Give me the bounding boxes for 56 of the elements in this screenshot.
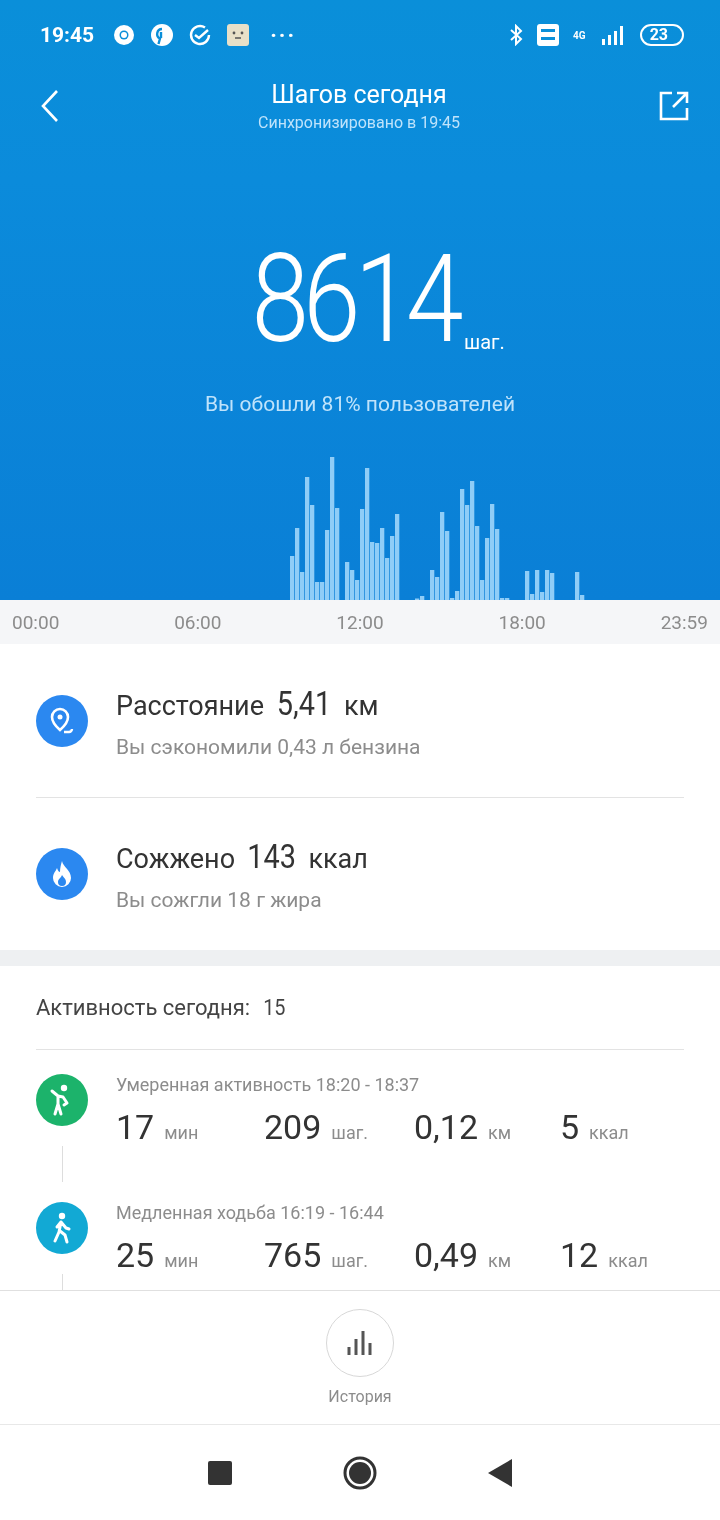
status-time: 19:45 bbox=[40, 23, 95, 47]
walking-figure-icon bbox=[51, 1212, 73, 1244]
metric-value: 17 bbox=[116, 1107, 155, 1147]
activity-label: Активность сегодня: bbox=[36, 995, 251, 1020]
stat-value: 5,41 bbox=[276, 682, 332, 723]
home-button[interactable] bbox=[342, 1454, 378, 1491]
metric-unit: шаг. bbox=[331, 1250, 368, 1271]
stat-value: 143 bbox=[247, 836, 297, 876]
robot-face-icon bbox=[226, 23, 251, 47]
step-count: 8614 bbox=[251, 246, 458, 354]
activity-title: Умеренная активность 18:20 - 18:37 bbox=[116, 1074, 421, 1095]
check-circle-icon bbox=[188, 23, 213, 47]
signal-icon bbox=[599, 25, 626, 45]
battery-indicator: 23 bbox=[639, 24, 684, 46]
metric-value: 0,12 bbox=[414, 1107, 478, 1147]
page-title: Шагов сегодня bbox=[271, 80, 447, 109]
stat-label: Расстояние bbox=[116, 689, 264, 722]
metric-unit: км bbox=[488, 1122, 512, 1143]
stat-label: Сожжено bbox=[116, 843, 236, 875]
stat-unit: ккал bbox=[308, 843, 368, 875]
time-axis-label: 12:00 bbox=[336, 610, 384, 634]
metric-value: 25 bbox=[116, 1235, 155, 1275]
flame-icon bbox=[50, 860, 74, 888]
step-unit: шаг. bbox=[463, 330, 505, 354]
metric-value: 765 bbox=[264, 1235, 322, 1275]
metric-unit: мин bbox=[164, 1250, 199, 1271]
time-axis-label: 23:59 bbox=[660, 610, 708, 634]
sync-status: Синхронизировано в 19:45 bbox=[258, 113, 460, 132]
time-axis-label: 00:00 bbox=[12, 610, 60, 634]
share-button[interactable] bbox=[658, 90, 690, 122]
metric-unit: ккал bbox=[589, 1122, 629, 1143]
metric-value: 12 bbox=[560, 1235, 599, 1275]
history-label: История bbox=[328, 1387, 392, 1406]
back-button[interactable] bbox=[40, 89, 60, 123]
bar-chart-icon bbox=[345, 1331, 375, 1355]
activity-title: Медленная ходьба 16:19 - 16:44 bbox=[116, 1202, 385, 1223]
metric-unit: ккал bbox=[608, 1250, 648, 1271]
stat-note: Вы сэкономили 0,43 л бензина bbox=[116, 734, 421, 759]
time-axis-label: 06:00 bbox=[174, 610, 222, 634]
stat-note: Вы сожгли 18 г жира bbox=[116, 888, 323, 912]
metric-value: 209 bbox=[264, 1107, 322, 1147]
comparison-text: Вы обошли 81% пользователей bbox=[205, 392, 515, 416]
browser-icon bbox=[112, 23, 137, 47]
activity-count: 15 bbox=[263, 995, 286, 1020]
bluetooth-icon bbox=[509, 24, 524, 46]
metric-unit: мин bbox=[164, 1122, 199, 1143]
back-nav-button[interactable] bbox=[488, 1458, 512, 1487]
metric-value: 0,49 bbox=[414, 1235, 478, 1275]
metric-unit: шаг. bbox=[331, 1122, 368, 1143]
network-type: 4G bbox=[573, 29, 586, 41]
more-notifications: ··· bbox=[270, 22, 297, 48]
stat-unit: км bbox=[344, 689, 379, 722]
metric-value: 5 bbox=[560, 1107, 580, 1147]
time-axis-label: 18:00 bbox=[498, 610, 546, 634]
recents-button[interactable] bbox=[208, 1460, 232, 1485]
metric-unit: км bbox=[488, 1250, 512, 1271]
